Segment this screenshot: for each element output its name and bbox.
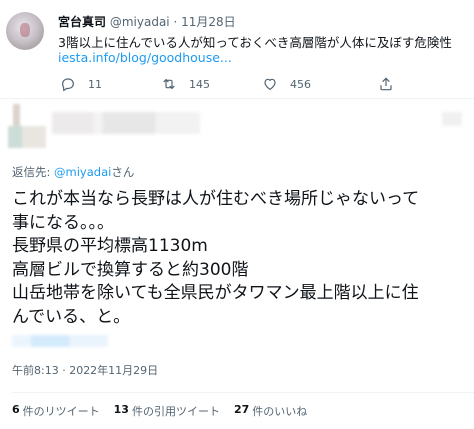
share-icon: [380, 77, 392, 91]
blurred-avatar[interactable]: [8, 104, 46, 148]
reply-to-line: 返信先: @miyadaiさん: [12, 164, 134, 180]
quote-tweets-stat[interactable]: 13 件の引用ツイート: [114, 403, 220, 419]
reply-to-suffix: さん: [111, 165, 135, 179]
quoted-tweet-header: 宮台真司 @miyadai · 11月28日: [58, 13, 236, 30]
likes-label: 件のいいね: [252, 405, 308, 418]
tweet-text-line: これが本当なら長野は人が住むべき場所じゃないって: [12, 189, 420, 209]
like-count: 456: [290, 77, 311, 91]
divider: [0, 98, 474, 99]
quoted-tweet[interactable]: 宮台真司 @miyadai · 11月28日 3階以上に住んでいる人が知っておく…: [0, 0, 474, 98]
reply-icon: [62, 78, 74, 92]
tweet-text-line: 長野県の平均標高1130m: [12, 236, 208, 256]
tweet-text-line: 高層ビルで換算すると約300階: [12, 259, 249, 280]
tweet-timestamp[interactable]: 午前8:13 · 2022年11月29日: [12, 362, 158, 378]
like-icon: [264, 78, 276, 90]
reply-button[interactable]: 11: [60, 76, 102, 92]
reply-to-prefix: 返信先:: [12, 165, 55, 179]
author-handle[interactable]: @miyadai: [110, 15, 170, 29]
quote-tweets-count: 13: [113, 403, 129, 416]
retweets-label: 件のリツイート: [22, 405, 100, 418]
avatar[interactable]: [6, 12, 44, 50]
reply-to-mention[interactable]: @miyadai: [54, 165, 111, 179]
tweet-date[interactable]: 11月28日: [181, 15, 236, 29]
likes-stat[interactable]: 27 件のいいね: [234, 403, 307, 419]
quoted-tweet-text: 3階以上に住んでいる人が知っておくべき高層階が人体に及ぼす危険性: [58, 35, 452, 50]
quote-tweets-label: 件の引用ツイート: [131, 405, 220, 418]
likes-count: 27: [233, 403, 250, 416]
tweet-stats: 6 件のリツイート 13 件の引用ツイート 27 件のいいね: [12, 403, 307, 419]
quoted-tweet-link[interactable]: iesta.info/blog/goodhouse...: [58, 50, 232, 65]
retweets-count: 6: [12, 403, 20, 416]
like-button[interactable]: 456: [262, 76, 311, 92]
retweet-count: 145: [189, 77, 210, 91]
tweet-text-line: 事になる。。。: [12, 212, 114, 233]
retweet-button[interactable]: 145: [161, 76, 210, 92]
blurred-translate-link[interactable]: [12, 335, 108, 347]
divider: [12, 392, 474, 393]
tweet-text: これが本当なら長野は人が住むべき場所じゃないって 事になる。。。 長野県の平均標…: [12, 188, 470, 329]
retweets-stat[interactable]: 6 件のリツイート: [12, 403, 100, 419]
separator-dot: ·: [173, 15, 178, 29]
reply-count: 11: [88, 77, 102, 91]
tweet-text-line: んでいる、と。: [12, 306, 131, 327]
retweet-icon: [163, 79, 175, 89]
share-button[interactable]: [378, 76, 394, 92]
blurred-more-menu[interactable]: [442, 112, 462, 126]
blurred-author-name[interactable]: [52, 112, 200, 134]
author-name[interactable]: 宮台真司: [58, 15, 106, 29]
tweet-text-line: 山岳地帯を除いても全県民がタワマン最上階以上に住: [12, 283, 419, 303]
